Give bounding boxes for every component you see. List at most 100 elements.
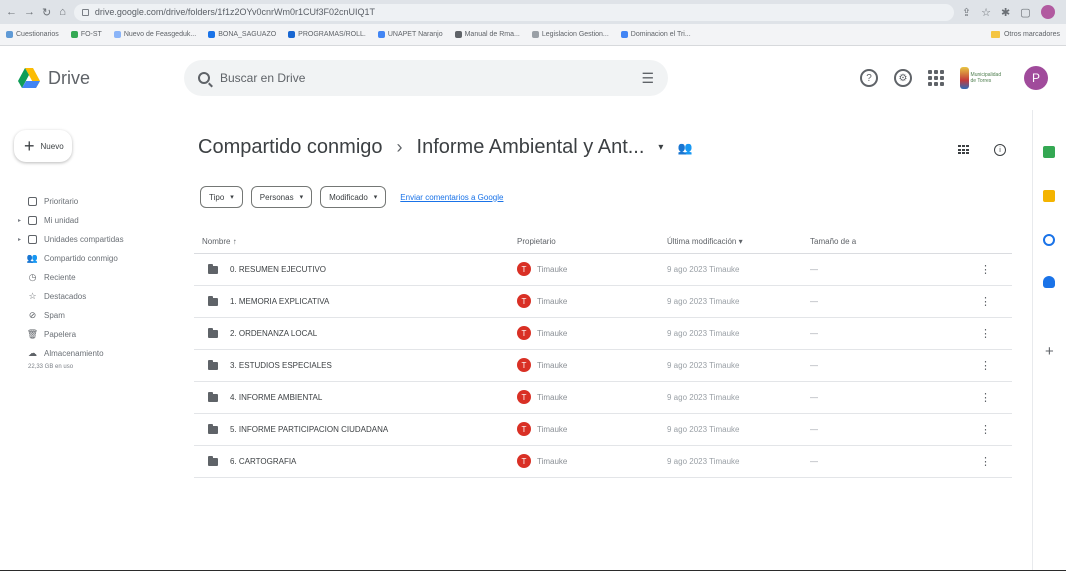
bookmark-item[interactable]: Manual de Rma...	[454, 31, 520, 38]
sidebar-item-shared-drives[interactable]: ▸ Unidades compartidas	[0, 230, 182, 249]
forward-icon[interactable]: →	[24, 6, 35, 18]
shared-people-icon[interactable]: 👥	[677, 141, 692, 155]
expand-caret-icon[interactable]: ▸	[18, 217, 21, 224]
feedback-link[interactable]: Enviar comentarios a Google	[400, 193, 503, 202]
more-actions-icon[interactable]: ⋮	[980, 327, 991, 340]
sidebar-item-priority[interactable]: Prioritario	[0, 192, 182, 211]
table-row[interactable]: 5. INFORME PARTICIPACION CIUDADANA T Tim…	[194, 414, 1012, 446]
contacts-icon[interactable]	[1043, 276, 1055, 288]
home-icon[interactable]: ⌂	[59, 6, 66, 18]
table-row[interactable]: 4. INFORME AMBIENTAL T Timauke 9 ago 202…	[194, 382, 1012, 414]
table-row[interactable]: 2. ORDENANZA LOCAL T Timauke 9 ago 2023 …	[194, 318, 1012, 350]
bookmark-item[interactable]: Cuestionarios	[6, 31, 59, 38]
table-row[interactable]: 3. ESTUDIOS ESPECIALES T Timauke 9 ago 2…	[194, 350, 1012, 382]
owner-avatar: T	[517, 454, 531, 468]
shared-drives-icon	[28, 235, 37, 244]
more-actions-icon[interactable]: ⋮	[980, 359, 991, 372]
sidebar-item-trash[interactable]: 🗑 Papelera	[0, 325, 182, 344]
owner-name: Timauke	[537, 361, 568, 370]
file-name[interactable]: 6. CARTOGRAFIA	[230, 457, 296, 466]
browser-toolbar: ← → ↻ ⌂ drive.google.com/drive/folders/1…	[0, 0, 1066, 24]
profile-avatar[interactable]	[1040, 5, 1055, 19]
keep-icon[interactable]	[1043, 190, 1055, 202]
search-input[interactable]: Buscar en Drive ☰	[184, 60, 668, 96]
owner-name: Timauke	[537, 329, 568, 338]
more-actions-icon[interactable]: ⋮	[980, 455, 991, 468]
modified-filter-chip[interactable]: Modificado ▾	[320, 186, 387, 208]
modified-date: 9 ago 2023 Timauke	[667, 361, 740, 370]
help-icon[interactable]: ?	[860, 69, 878, 87]
expand-caret-icon[interactable]: ▸	[18, 236, 21, 243]
sort-arrow-down-icon[interactable]: ▾	[739, 237, 743, 246]
dropdown-arrow-icon: ▾	[373, 194, 378, 201]
file-name[interactable]: 3. ESTUDIOS ESPECIALES	[230, 361, 332, 370]
table-row[interactable]: 0. RESUMEN EJECUTIVO T Timauke 9 ago 202…	[194, 254, 1012, 286]
sidebar-item-spam[interactable]: ⊘ Spam	[0, 306, 182, 325]
column-header-owner[interactable]: Propietario	[517, 237, 556, 246]
reload-icon[interactable]: ↻	[42, 6, 51, 19]
file-name[interactable]: 2. ORDENANZA LOCAL	[230, 329, 317, 338]
breadcrumb-root[interactable]: Compartido conmigo	[198, 136, 383, 159]
type-filter-chip[interactable]: Tipo ▾	[200, 186, 243, 208]
new-button[interactable]: + Nuevo	[14, 130, 72, 162]
file-list: 0. RESUMEN EJECUTIVO T Timauke 9 ago 202…	[194, 254, 1012, 478]
page-bottom-edge	[0, 570, 1066, 587]
bookmark-item[interactable]: FO-ST	[70, 31, 102, 38]
file-name[interactable]: 4. INFORME AMBIENTAL	[230, 393, 322, 402]
folder-icon	[208, 264, 218, 274]
bookmark-item[interactable]: Nuevo de Feasgeduk...	[113, 31, 196, 38]
tasks-icon[interactable]	[1043, 234, 1055, 246]
more-actions-icon[interactable]: ⋮	[980, 423, 991, 436]
more-actions-icon[interactable]: ⋮	[980, 263, 991, 276]
people-filter-chip[interactable]: Personas ▾	[250, 186, 313, 208]
back-icon[interactable]: ←	[6, 6, 17, 18]
settings-icon[interactable]: ⚙	[894, 69, 912, 87]
sidebar-item-starred[interactable]: ☆ Destacados	[0, 287, 182, 306]
account-avatar[interactable]: P	[1024, 66, 1048, 90]
address-bar[interactable]: drive.google.com/drive/folders/1f1z2OYv0…	[73, 3, 954, 21]
recent-icon: ◷	[28, 272, 37, 282]
app-title: Drive	[48, 67, 91, 88]
file-size: —	[810, 457, 818, 466]
other-bookmarks[interactable]: Otros marcadores	[990, 31, 1060, 38]
table-row[interactable]: 6. CARTOGRAFIA T Timauke 9 ago 2023 Tima…	[194, 446, 1012, 478]
search-options-icon[interactable]: ☰	[641, 70, 654, 87]
dropdown-arrow-icon: ▾	[299, 194, 304, 201]
sidebar-item-recent[interactable]: ◷ Reciente	[0, 268, 182, 287]
sidebar-item-my-drive[interactable]: ▸ Mi unidad	[0, 211, 182, 230]
bookmark-item[interactable]: Legislacion Gestion...	[531, 31, 609, 38]
more-actions-icon[interactable]: ⋮	[980, 295, 991, 308]
breadcrumb-current[interactable]: Informe Ambiental y Ant...	[417, 136, 645, 159]
list-view-icon[interactable]	[958, 145, 970, 155]
file-name[interactable]: 1. MEMORIA EXPLICATIVA	[230, 297, 329, 306]
bookmark-item[interactable]: Dominacion el Tri...	[620, 31, 691, 38]
folder-icon	[208, 456, 218, 466]
search-icon[interactable]	[198, 72, 210, 84]
apps-icon[interactable]	[928, 70, 944, 86]
folder-icon	[990, 31, 1000, 38]
sidebar-item-storage[interactable]: ☁ Almacenamiento	[0, 344, 182, 363]
column-header-modified[interactable]: Última modificación ▾	[667, 237, 743, 246]
bookmark-item[interactable]: PROGRAMAS/ROLL.	[288, 31, 366, 38]
file-size: —	[810, 329, 818, 338]
bookmark-item[interactable]: BONA_SAGUAZO	[208, 31, 276, 38]
bookmark-item[interactable]: UNAPET Naranjo	[377, 31, 443, 38]
starred-icon: ☆	[28, 291, 37, 301]
dropdown-arrow-icon[interactable]: ▾	[658, 142, 663, 153]
column-header-size[interactable]: Tamaño de a	[810, 237, 856, 246]
table-row[interactable]: 1. MEMORIA EXPLICATIVA T Timauke 9 ago 2…	[194, 286, 1012, 318]
calendar-icon[interactable]	[1043, 146, 1055, 158]
extensions-icon[interactable]: ✱	[1001, 6, 1010, 19]
file-name[interactable]: 0. RESUMEN EJECUTIVO	[230, 265, 326, 274]
file-name[interactable]: 5. INFORME PARTICIPACION CIUDADANA	[230, 425, 388, 434]
drive-logo-link[interactable]: Drive	[0, 68, 180, 89]
sidepanel-icon[interactable]: ▢	[1020, 6, 1030, 19]
sidebar-item-shared-with-me[interactable]: 👥 Compartido conmigo	[0, 249, 182, 268]
more-actions-icon[interactable]: ⋮	[980, 391, 991, 404]
add-addon-icon[interactable]: +	[1045, 343, 1054, 360]
share-icon[interactable]: ⇪	[962, 6, 971, 19]
sort-arrow-up-icon[interactable]: ↑	[233, 237, 237, 246]
info-icon[interactable]: i	[994, 144, 1006, 156]
star-icon[interactable]: ☆	[981, 6, 991, 19]
column-header-name[interactable]: Nombre ↑	[202, 237, 237, 246]
